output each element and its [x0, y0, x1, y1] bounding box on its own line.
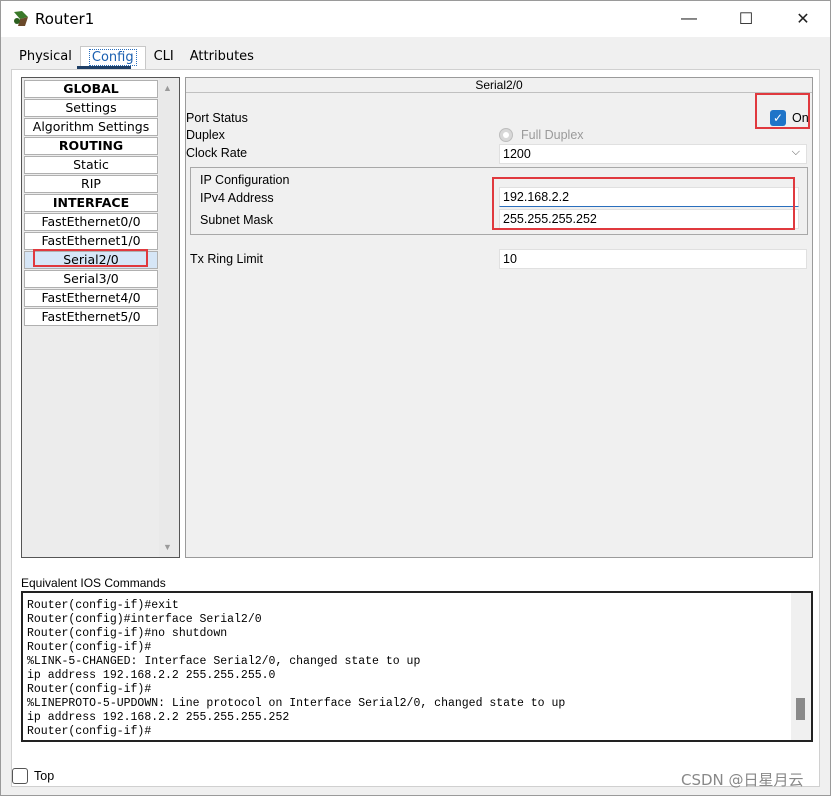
- console-line: ip address 192.168.2.2 255.255.255.0: [27, 669, 276, 682]
- title-bar: Router1 — ☐ ✕: [1, 1, 830, 37]
- top-checkbox[interactable]: [12, 768, 28, 784]
- ip-highlight-box: [492, 177, 795, 230]
- console-line: Router(config-if)#no shutdown: [27, 627, 228, 640]
- router-window: Router1 — ☐ ✕ Physical Config CLI Attrib…: [0, 0, 831, 796]
- scroll-down-icon[interactable]: ▼: [163, 542, 172, 552]
- sidebar-item-fastethernet0-0[interactable]: FastEthernet0/0: [24, 213, 158, 231]
- port-status-highlight-box: [755, 93, 810, 129]
- serial-highlight-box: [33, 249, 148, 267]
- console-line: Router(config)#interface Serial2/0: [27, 613, 262, 626]
- clock-rate-select[interactable]: 1200 ⌵: [499, 144, 807, 164]
- tab-attributes[interactable]: Attributes: [182, 46, 262, 70]
- full-duplex-radio[interactable]: [499, 128, 513, 142]
- clock-rate-label: Clock Rate: [186, 146, 248, 160]
- minimize-button[interactable]: —: [666, 1, 712, 37]
- tab-physical[interactable]: Physical: [11, 46, 80, 70]
- router-app-icon: [14, 11, 28, 26]
- sidebar-scrollbar[interactable]: ▲ ▼: [159, 78, 179, 557]
- console-line: %LINK-5-CHANGED: Interface Serial2/0, ch…: [27, 655, 421, 668]
- tx-ring-limit-input[interactable]: 10: [499, 249, 807, 269]
- console-line: Router(config-if)#: [27, 725, 152, 738]
- full-duplex-label: Full Duplex: [521, 128, 584, 142]
- top-label: Top: [34, 769, 55, 783]
- ios-commands-label: Equivalent IOS Commands: [21, 576, 166, 590]
- console-line: Router(config-if)#exit: [27, 599, 179, 612]
- tx-ring-limit-label: Tx Ring Limit: [190, 252, 263, 266]
- sidebar-header-global: GLOBAL: [24, 80, 158, 98]
- sidebar-item-fastethernet1-0[interactable]: FastEthernet1/0: [24, 232, 158, 250]
- console-line: %LINEPROTO-5-UPDOWN: Line protocol on In…: [27, 697, 566, 710]
- interface-title: Serial2/0: [186, 78, 812, 93]
- close-button[interactable]: ✕: [780, 1, 826, 37]
- console-line: ip address 192.168.2.2 255.255.255.252: [27, 711, 290, 724]
- scroll-up-icon[interactable]: ▲: [163, 83, 172, 93]
- watermark: CSDN @日星月云: [681, 771, 804, 789]
- sidebar-item-serial3-0[interactable]: Serial3/0: [24, 270, 158, 288]
- sidebar-header-routing: ROUTING: [24, 137, 158, 155]
- sidebar: GLOBAL Settings Algorithm Settings ROUTI…: [21, 77, 180, 558]
- chevron-down-icon: ⌵: [791, 146, 800, 158]
- console-line: Router(config-if)#: [27, 683, 152, 696]
- sidebar-item-algorithm-settings[interactable]: Algorithm Settings: [24, 118, 158, 136]
- interface-panel: Serial2/0 Port Status ✓ On Duplex Full D…: [185, 77, 813, 558]
- subnet-mask-label: Subnet Mask: [200, 213, 273, 227]
- window-title: Router1: [35, 10, 95, 28]
- port-status-label: Port Status: [186, 111, 248, 125]
- duplex-label: Duplex: [186, 128, 225, 142]
- console-line: Router(config-if)#: [27, 641, 152, 654]
- clock-rate-value: 1200: [503, 147, 531, 161]
- tab-bar: Physical Config CLI Attributes: [11, 46, 262, 70]
- ios-console[interactable]: Router(config-if)#exit Router(config)#in…: [21, 591, 813, 742]
- ip-configuration-label: IP Configuration: [200, 173, 290, 187]
- sidebar-item-rip[interactable]: RIP: [24, 175, 158, 193]
- ipv4-address-label: IPv4 Address: [200, 191, 274, 205]
- maximize-button[interactable]: ☐: [723, 1, 769, 37]
- console-scrollbar[interactable]: [791, 593, 811, 740]
- sidebar-header-interface: INTERFACE: [24, 194, 158, 212]
- sidebar-item-static[interactable]: Static: [24, 156, 158, 174]
- console-scroll-thumb[interactable]: [796, 698, 805, 720]
- tab-config-label: Config: [88, 49, 137, 66]
- sidebar-item-settings[interactable]: Settings: [24, 99, 158, 117]
- tab-cli[interactable]: CLI: [146, 46, 182, 70]
- sidebar-item-fastethernet5-0[interactable]: FastEthernet5/0: [24, 308, 158, 326]
- sidebar-item-fastethernet4-0[interactable]: FastEthernet4/0: [24, 289, 158, 307]
